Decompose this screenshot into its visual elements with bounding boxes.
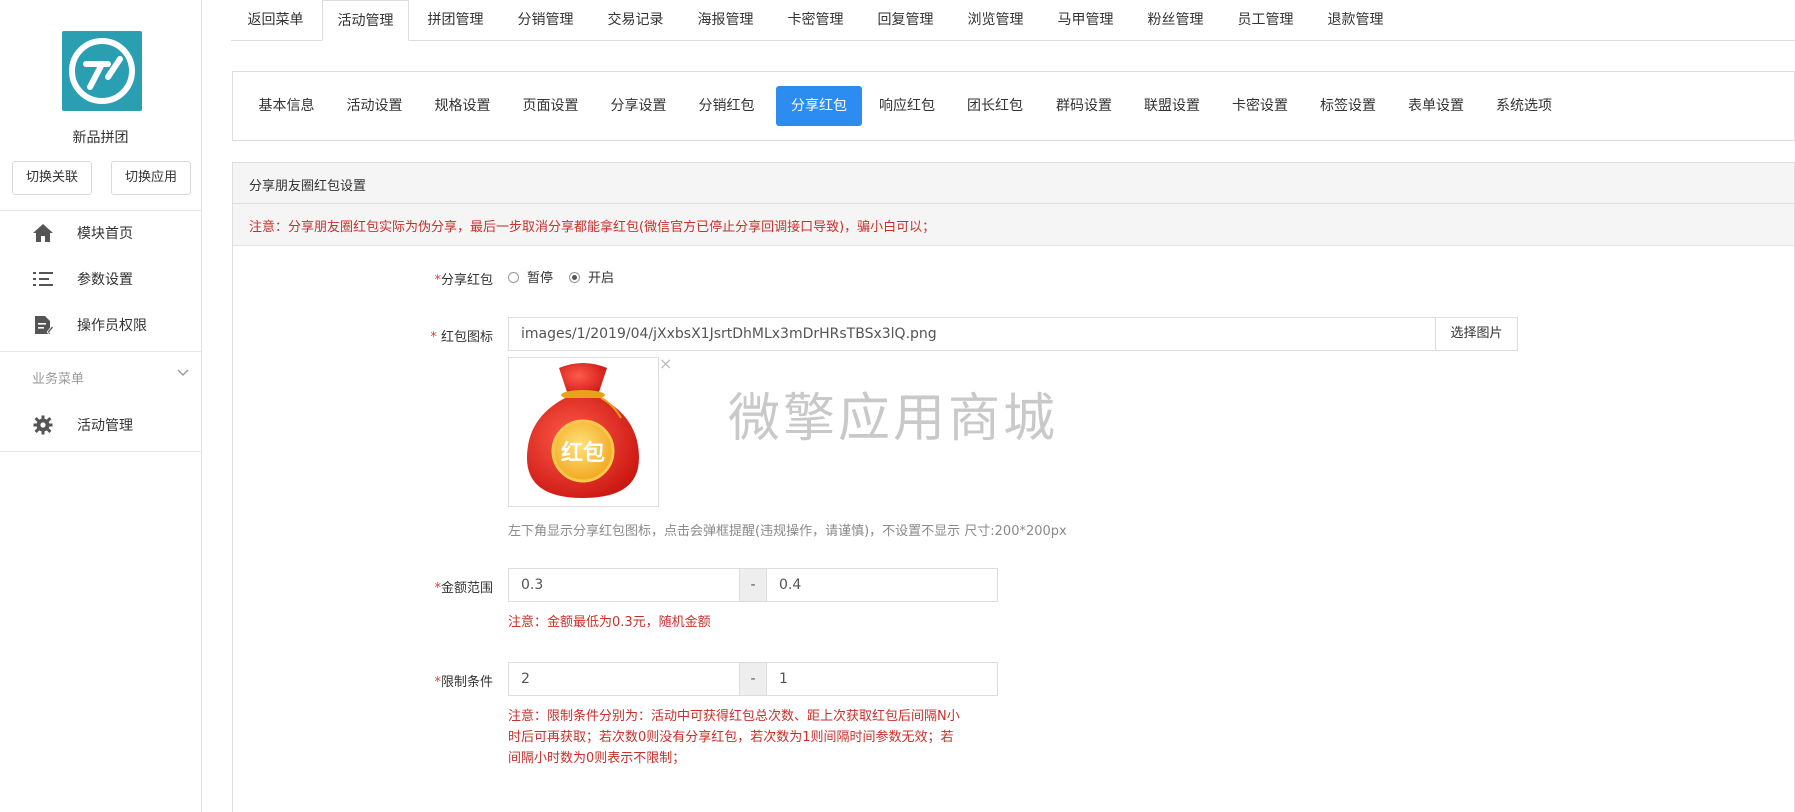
sidebar-item-label: 操作员权限 xyxy=(77,318,147,334)
amount-range-label: *金额范围 xyxy=(434,581,493,596)
switch-app-button[interactable]: 切换应用 xyxy=(111,161,191,195)
redpack-icon-label: * 红包图标 xyxy=(430,330,493,345)
subtab-page-settings[interactable]: 页面设置 xyxy=(508,86,593,126)
watermark-text: 微擎应用商城 xyxy=(728,389,1059,449)
tab-activity-management[interactable]: 活动管理 xyxy=(322,0,409,41)
subtab-group-qr-settings[interactable]: 群码设置 xyxy=(1041,86,1127,126)
divider xyxy=(0,451,201,452)
settings-panel: 分享朋友圈红包设置 注意：分享朋友圈红包实际为伪分享，最后一步取消分享都能拿红包… xyxy=(232,162,1795,812)
sidebar-item-params[interactable]: 参数设置 xyxy=(0,261,201,297)
limit-hours-input[interactable] xyxy=(766,662,998,696)
subtab-activity-settings[interactable]: 活动设置 xyxy=(332,86,417,126)
subtab-spec-settings[interactable]: 规格设置 xyxy=(420,86,505,126)
tab-distribution-management[interactable]: 分销管理 xyxy=(501,0,590,40)
subtab-system-options[interactable]: 系统选项 xyxy=(1481,86,1567,126)
subtab-response-redpack[interactable]: 响应红包 xyxy=(864,86,950,126)
range-separator: - xyxy=(739,568,767,602)
tab-group-management[interactable]: 拼团管理 xyxy=(411,0,500,40)
tab-back-menu[interactable]: 返回菜单 xyxy=(231,0,320,40)
sidebar-item-operator-permissions[interactable]: 操作员权限 xyxy=(0,307,201,343)
tab-vest-management[interactable]: 马甲管理 xyxy=(1041,0,1130,40)
list-settings-icon xyxy=(33,272,53,286)
amount-max-input[interactable] xyxy=(766,568,998,602)
sidebar-item-label: 活动管理 xyxy=(77,418,133,434)
app-name: 新品拼团 xyxy=(72,130,129,146)
subtab-basic-info[interactable]: 基本信息 xyxy=(244,86,329,126)
tab-staff-management[interactable]: 员工管理 xyxy=(1221,0,1310,40)
tab-refund-management[interactable]: 退款管理 xyxy=(1311,0,1400,40)
sub-tab-panel: 基本信息 活动设置 规格设置 页面设置 分享设置 分销红包 分享红包 响应红包 … xyxy=(232,71,1795,141)
chevron-down-icon[interactable] xyxy=(176,366,190,380)
sidebar-item-label: 模块首页 xyxy=(77,226,133,242)
app-logo xyxy=(62,31,142,111)
select-image-button[interactable]: 选择图片 xyxy=(1435,317,1518,351)
notice-bar: 注意：分享朋友圈红包实际为伪分享，最后一步取消分享都能拿红包(微信官方已停止分享… xyxy=(233,204,1794,246)
subtab-leader-redpack[interactable]: 团长红包 xyxy=(952,86,1038,126)
redpack-icon-help: 左下角显示分享红包图标，点击会弹框提醒(违规操作，请谨慎)，不设置不显示 尺寸:… xyxy=(508,524,1067,539)
divider xyxy=(0,351,201,352)
notice-text: 注意：分享朋友圈红包实际为伪分享，最后一步取消分享都能拿红包(微信官方已停止分享… xyxy=(249,220,936,235)
tab-poster-management[interactable]: 海报管理 xyxy=(681,0,770,40)
limit-help-line-2: 时后可再获取；若次数0则没有分享红包，若次数为1则间隔时间参数无效；若 xyxy=(508,730,954,745)
share-redpack-label: *分享红包 xyxy=(434,273,493,288)
limit-separator: - xyxy=(739,662,767,696)
panel-header: 分享朋友圈红包设置 xyxy=(233,163,1794,204)
switch-link-button[interactable]: 切换关联 xyxy=(12,161,92,195)
limit-condition-label: *限制条件 xyxy=(434,675,493,690)
subtab-distribution-redpack[interactable]: 分销红包 xyxy=(684,86,769,126)
gear-icon xyxy=(33,415,53,435)
tab-browse-management[interactable]: 浏览管理 xyxy=(951,0,1040,40)
subtab-alliance-settings[interactable]: 联盟设置 xyxy=(1129,86,1215,126)
sidebar: 新品拼团 切换关联 切换应用 模块首页 参数设置 操作员权限 业务菜单 活动管理 xyxy=(0,0,202,812)
tab-reply-management[interactable]: 回复管理 xyxy=(861,0,950,40)
subtab-tag-settings[interactable]: 标签设置 xyxy=(1305,86,1391,126)
radio-enable[interactable]: 开启 xyxy=(569,267,614,286)
radio-button-selected[interactable] xyxy=(569,272,580,283)
sidebar-item-label: 参数设置 xyxy=(77,272,133,288)
red-envelope-bag-icon: 红包 xyxy=(527,363,639,498)
limit-help-line-1: 注意：限制条件分别为：活动中可获得红包总次数、距上次获取红包后间隔N小 xyxy=(508,709,960,724)
tab-card-management[interactable]: 卡密管理 xyxy=(771,0,860,40)
sidebar-item-activity-management[interactable]: 活动管理 xyxy=(0,407,201,443)
redpack-icon-preview: 红包 xyxy=(508,357,659,507)
divider xyxy=(0,210,201,211)
amount-min-input[interactable] xyxy=(508,568,740,602)
amount-range-help: 注意：金额最低为0.3元，随机金额 xyxy=(508,615,711,630)
top-tab-bar: 返回菜单 活动管理 拼团管理 分销管理 交易记录 海报管理 卡密管理 回复管理 … xyxy=(231,0,1795,41)
redpack-icon-path-input[interactable] xyxy=(508,317,1436,351)
limit-count-input[interactable] xyxy=(508,662,740,696)
subtab-share-redpack[interactable]: 分享红包 xyxy=(776,86,862,126)
panel-title: 分享朋友圈红包设置 xyxy=(249,179,367,194)
remove-image-button[interactable]: × xyxy=(659,356,672,372)
document-edit-icon xyxy=(35,316,54,335)
radio-button[interactable] xyxy=(508,272,519,283)
sidebar-item-module-home[interactable]: 模块首页 xyxy=(0,215,201,251)
radio-pause[interactable]: 暂停 xyxy=(508,267,553,286)
home-icon xyxy=(33,224,53,242)
tab-fans-management[interactable]: 粉丝管理 xyxy=(1131,0,1220,40)
limit-help-line-3: 间隔小时数为0则表示不限制； xyxy=(508,751,686,766)
logo-icon xyxy=(69,38,135,104)
subtab-form-settings[interactable]: 表单设置 xyxy=(1393,86,1479,126)
tab-transaction-records[interactable]: 交易记录 xyxy=(591,0,680,40)
subtab-card-settings[interactable]: 卡密设置 xyxy=(1217,86,1303,126)
section-title: 业务菜单 xyxy=(32,372,85,387)
subtab-share-settings[interactable]: 分享设置 xyxy=(596,86,681,126)
image-caption: 红包 xyxy=(561,440,605,466)
